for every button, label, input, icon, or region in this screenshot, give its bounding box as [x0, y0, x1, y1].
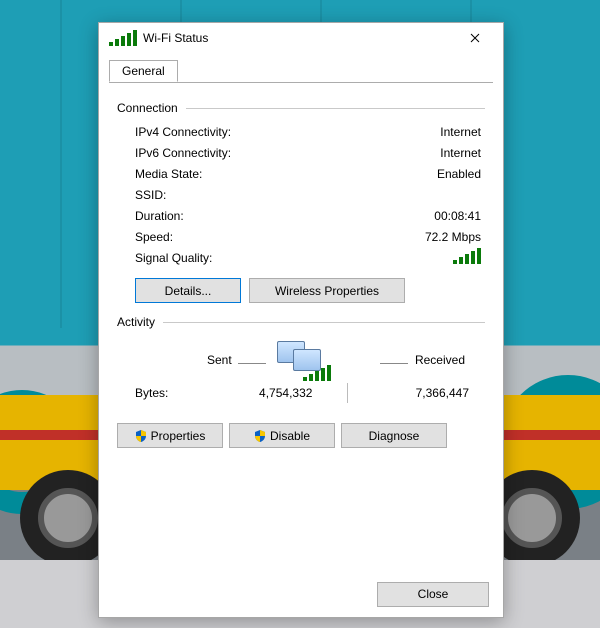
connection-buttons: Details... Wireless Properties — [135, 278, 485, 303]
window-title: Wi-Fi Status — [109, 30, 453, 46]
disable-button[interactable]: Disable — [229, 423, 335, 448]
desktop-background: Wi-Fi Status General Connection IPv4 Con… — [0, 0, 600, 628]
speed-label: Speed: — [117, 230, 173, 244]
wireless-properties-button[interactable]: Wireless Properties — [249, 278, 405, 303]
details-button[interactable]: Details... — [135, 278, 241, 303]
activity-icon — [275, 339, 327, 379]
row-bytes: Bytes: 4,754,332 7,366,447 — [117, 383, 485, 403]
dialog-body: Connection IPv4 Connectivity: Internet I… — [99, 83, 503, 571]
signal-value — [453, 248, 485, 267]
activity-signal-icon — [303, 365, 331, 381]
properties-button-label: Properties — [151, 429, 206, 443]
row-signal: Signal Quality: — [117, 247, 485, 268]
row-speed: Speed: 72.2 Mbps — [117, 226, 485, 247]
group-activity-label: Activity — [117, 315, 155, 329]
ipv6-label: IPv6 Connectivity: — [117, 146, 231, 160]
wifi-signal-icon — [109, 30, 137, 46]
bg-line — [60, 0, 62, 328]
group-connection-label: Connection — [117, 101, 178, 115]
ssid-label: SSID: — [117, 188, 166, 202]
signal-bars-icon — [453, 248, 481, 264]
uac-shield-icon — [254, 430, 266, 442]
activity-buttons: Properties Disable Diagnose — [117, 423, 485, 448]
sent-label-text: Sent — [207, 353, 232, 367]
ipv6-value: Internet — [440, 146, 485, 160]
row-ssid: SSID: — [117, 184, 485, 205]
tab-strip: General — [99, 53, 503, 83]
row-duration: Duration: 00:08:41 — [117, 205, 485, 226]
close-button[interactable] — [453, 24, 497, 52]
window-title-text: Wi-Fi Status — [143, 31, 208, 45]
duration-label: Duration: — [117, 209, 184, 223]
ipv4-value: Internet — [440, 125, 485, 139]
titlebar[interactable]: Wi-Fi Status — [99, 23, 503, 53]
media-value: Enabled — [437, 167, 485, 181]
media-label: Media State: — [117, 167, 202, 181]
speed-value: 72.2 Mbps — [425, 230, 485, 244]
dialog-footer: Close — [99, 571, 503, 617]
group-activity: Activity — [117, 315, 485, 329]
received-label-text: Received — [415, 353, 465, 367]
signal-label: Signal Quality: — [117, 251, 212, 265]
wifi-status-dialog: Wi-Fi Status General Connection IPv4 Con… — [98, 22, 504, 618]
duration-value: 00:08:41 — [434, 209, 485, 223]
ipv4-label: IPv4 Connectivity: — [117, 125, 231, 139]
row-ipv4: IPv4 Connectivity: Internet — [117, 121, 485, 142]
properties-button[interactable]: Properties — [117, 423, 223, 448]
close-dialog-button[interactable]: Close — [377, 582, 489, 607]
group-connection: Connection — [117, 101, 485, 115]
diagnose-button[interactable]: Diagnose — [341, 423, 447, 448]
disable-button-label: Disable — [270, 429, 310, 443]
sent-label: Sent — [207, 353, 266, 367]
bytes-sent: 4,754,332 — [225, 386, 347, 400]
close-icon — [470, 33, 480, 43]
uac-shield-icon — [135, 430, 147, 442]
tab-general[interactable]: General — [109, 60, 178, 82]
received-label: Received — [380, 353, 465, 367]
row-media: Media State: Enabled — [117, 163, 485, 184]
row-ipv6: IPv6 Connectivity: Internet — [117, 142, 485, 163]
activity-header: Sent Received — [117, 335, 485, 383]
activity-section: Sent Received Bytes: 4,754,332 — [117, 335, 485, 403]
bytes-label: Bytes: — [117, 386, 225, 400]
bytes-received: 7,366,447 — [348, 386, 486, 400]
